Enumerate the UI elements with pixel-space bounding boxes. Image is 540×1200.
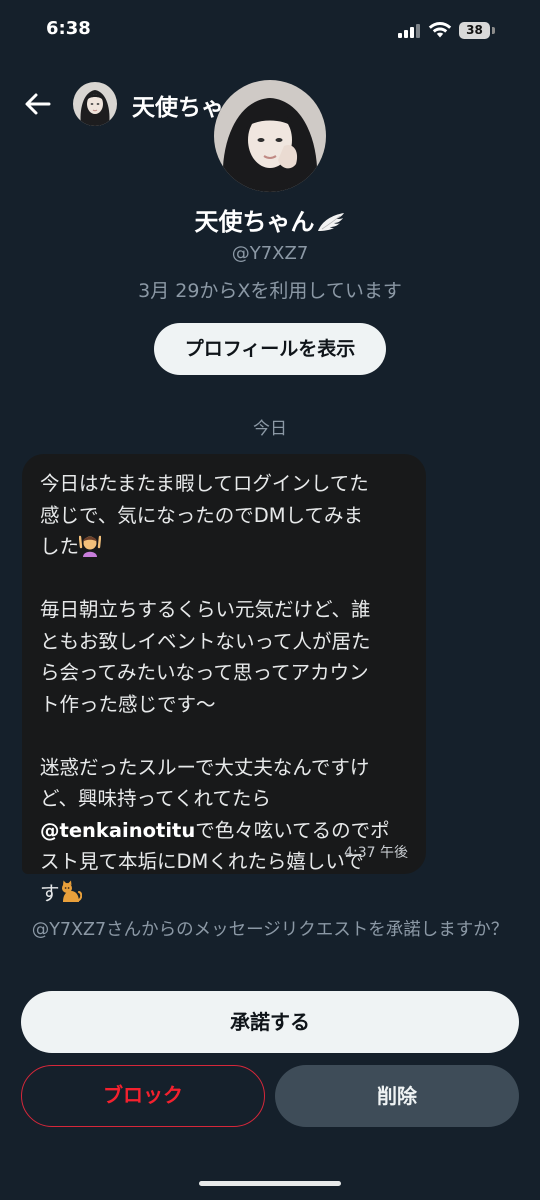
message-line: ど、興味持ってくれてたら bbox=[40, 787, 271, 810]
cellular-signal-icon bbox=[398, 24, 420, 38]
profile-avatar[interactable] bbox=[214, 80, 326, 192]
message-line: した bbox=[40, 531, 408, 563]
message-timestamp: 4:37 午後 bbox=[344, 845, 408, 861]
battery-tip bbox=[492, 27, 495, 34]
profile-name-text: 天使ちゃん bbox=[194, 208, 315, 236]
message-line: 今日はたまたま暇してログインしてた bbox=[40, 472, 369, 495]
battery-level: 38 bbox=[466, 23, 483, 37]
battery-icon: 38 bbox=[459, 22, 490, 39]
back-arrow-icon[interactable] bbox=[20, 86, 56, 122]
message-line: 毎日朝立ちするくらい元気だけど、誰 bbox=[40, 598, 371, 621]
avatar-photo-icon bbox=[73, 82, 117, 126]
message-line: す bbox=[40, 878, 408, 910]
woman-gesturing-ok-icon bbox=[78, 533, 102, 567]
accept-button[interactable]: 承諾する bbox=[21, 991, 519, 1053]
avatar[interactable] bbox=[73, 82, 117, 126]
message-line: ともお致しイベントないって人が居た bbox=[40, 629, 371, 653]
cat-icon bbox=[60, 880, 82, 914]
message-line-text: した bbox=[40, 535, 80, 558]
wifi-icon bbox=[428, 22, 452, 38]
wing-icon bbox=[317, 213, 344, 231]
profile-handle: @Y7XZ7 bbox=[231, 243, 309, 264]
profile-photo-icon bbox=[214, 80, 326, 192]
status-bar: 6:38 38 bbox=[0, 0, 540, 62]
dm-screen: 6:38 38 天使ちゃん 天使ちゃん @Y7XZ7 3月 29からXを利用して… bbox=[0, 0, 540, 1200]
message-line: ト作った感じです〜 bbox=[40, 692, 216, 716]
message-request-prompt: @Y7XZ7さんからのメッセージリクエストを承諾しますか？ bbox=[31, 920, 509, 940]
message-line: ら会ってみたいなって思ってアカウン bbox=[40, 661, 369, 684]
block-button[interactable]: ブロック bbox=[21, 1065, 265, 1127]
profile-name: 天使ちゃん bbox=[0, 202, 540, 237]
status-time: 6:38 bbox=[46, 18, 91, 39]
message-bubble[interactable]: 今日はたまたま暇してログインしてた 感じで、気になったのでDMしてみま した 毎… bbox=[22, 454, 426, 905]
message-line: 迷惑だったスルーで大丈夫なんですけ bbox=[40, 755, 370, 779]
message-line-text: で色々呟いてるのでポ bbox=[195, 818, 390, 842]
view-profile-button[interactable]: プロフィールを表示 bbox=[154, 323, 386, 375]
date-separator: 今日 bbox=[253, 419, 287, 439]
message-line-text: す bbox=[40, 881, 60, 905]
mention-link[interactable]: @tenkainotitu bbox=[40, 819, 195, 842]
message-line: 感じで、気になったのでDMしてみま bbox=[40, 503, 363, 527]
home-indicator[interactable] bbox=[199, 1181, 341, 1186]
delete-button[interactable]: 削除 bbox=[275, 1065, 519, 1127]
profile-joined-date: 3月 29からXを利用しています bbox=[138, 280, 402, 302]
